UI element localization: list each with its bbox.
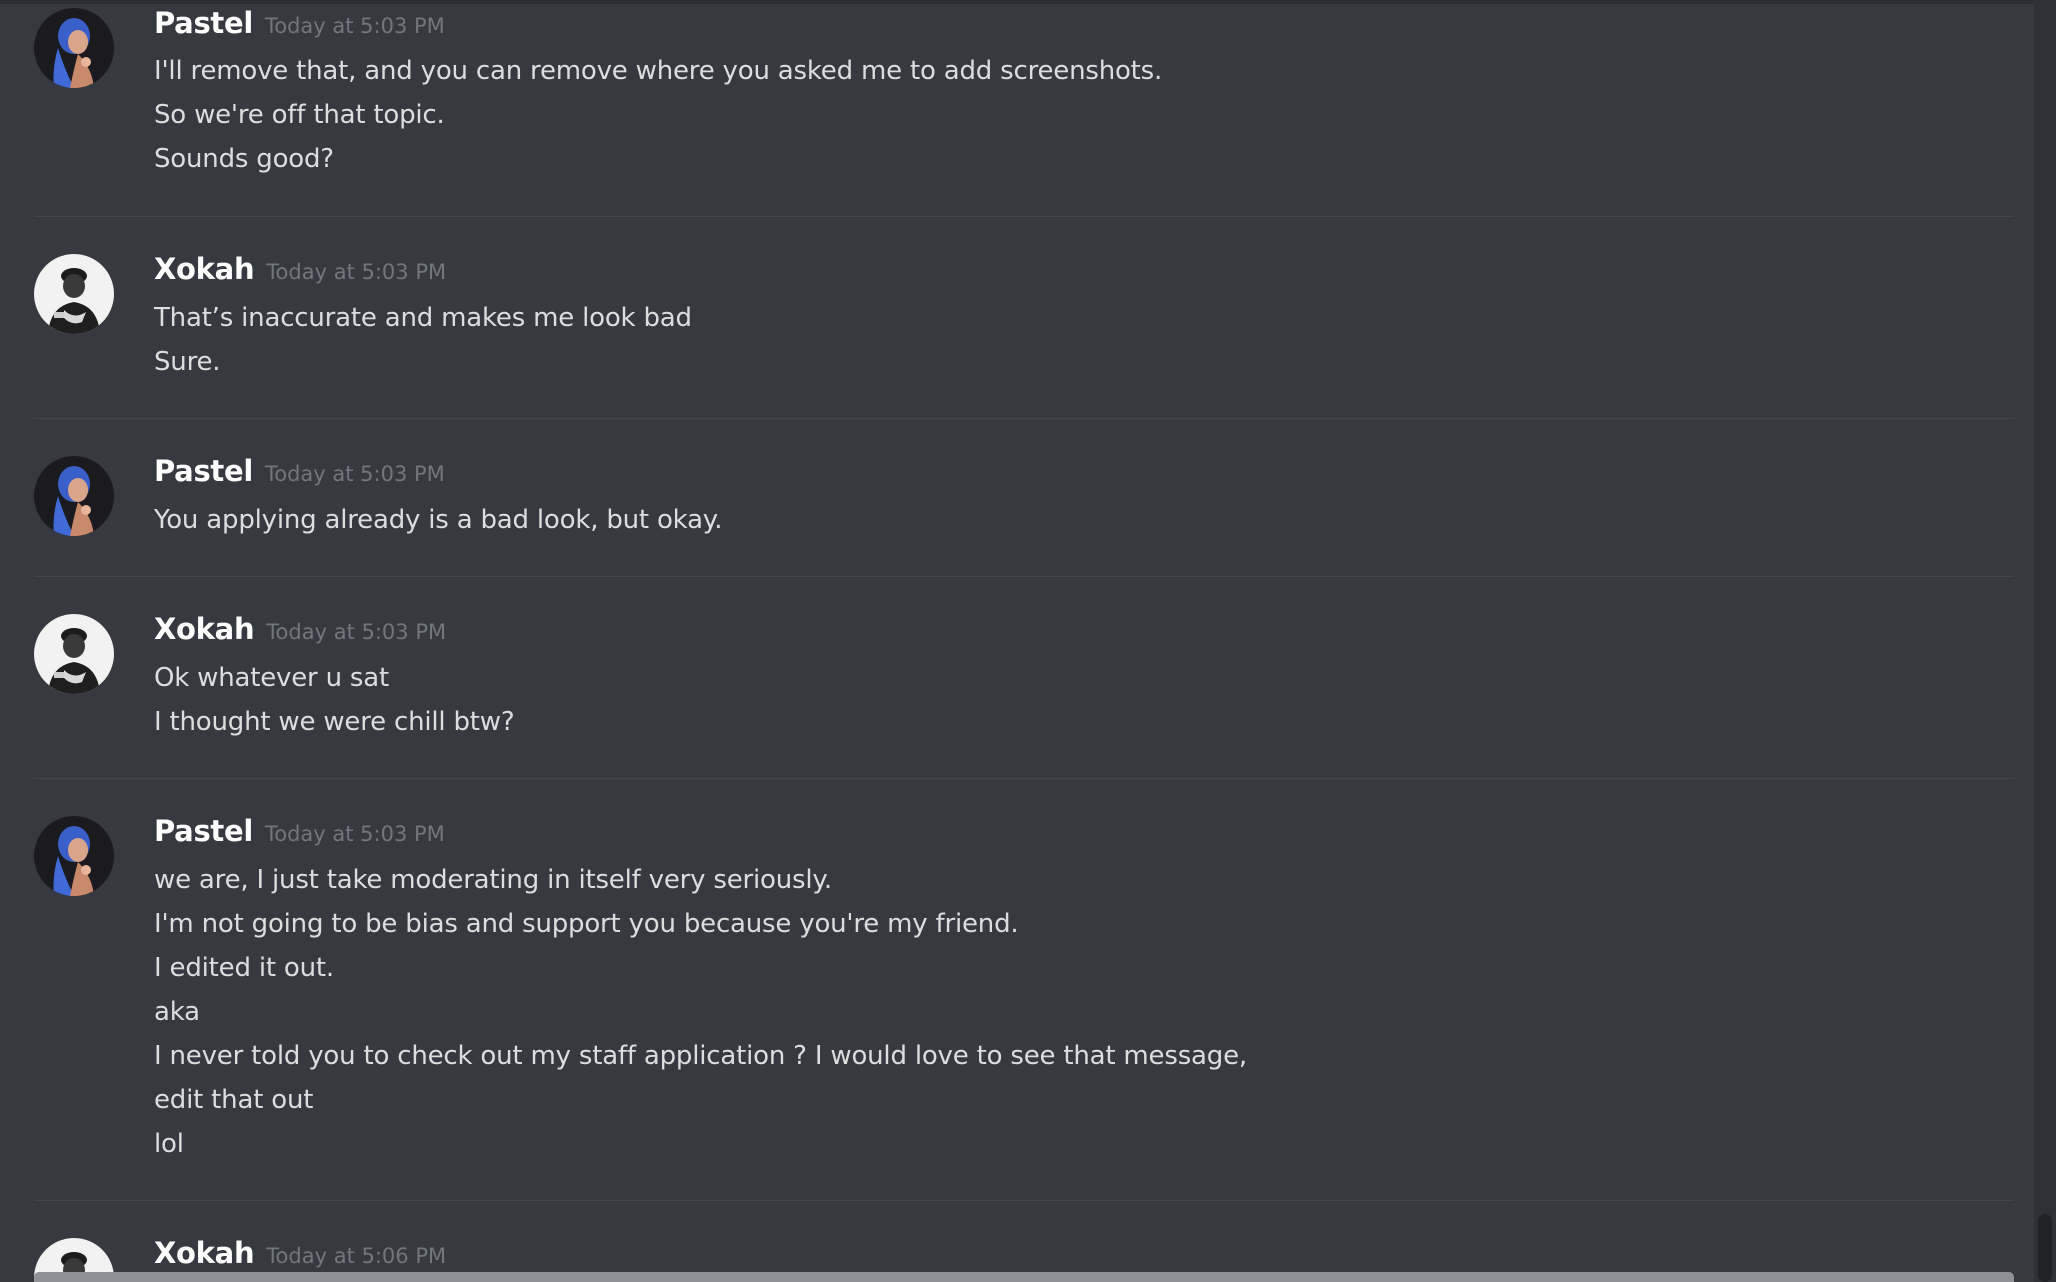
message-content: Ok whatever u sat I thought we were chil…: [154, 656, 515, 744]
message-line: lol: [154, 1129, 184, 1159]
message-header: Xokah Today at 5:03 PM: [154, 612, 446, 652]
username[interactable]: Pastel: [154, 6, 253, 40]
vertical-scrollbar[interactable]: [2034, 0, 2056, 1282]
pastel-avatar-icon: [34, 816, 114, 896]
xokah-avatar-icon: [34, 614, 114, 694]
avatar[interactable]: [34, 614, 114, 694]
message-line: Ok whatever u sat: [154, 663, 390, 693]
message-content: I'll remove that, and you can remove whe…: [154, 49, 1162, 181]
message-line: Sounds good?: [154, 144, 334, 174]
message-line: I'll remove that, and you can remove whe…: [154, 56, 1163, 86]
message-header: Xokah Today at 5:03 PM: [154, 252, 446, 292]
scrollbar-thumb[interactable]: [2038, 1214, 2052, 1282]
message-divider: [34, 1200, 2014, 1201]
timestamp[interactable]: Today at 5:03 PM: [265, 462, 445, 486]
message-header: Pastel Today at 5:03 PM: [154, 814, 445, 854]
message-header: Pastel Today at 5:03 PM: [154, 454, 445, 494]
message-line: we are, I just take moderating in itself…: [154, 865, 832, 895]
message-list[interactable]: Pastel Today at 5:03 PM I'll remove that,…: [0, 0, 2030, 1282]
timestamp[interactable]: Today at 5:06 PM: [266, 1244, 446, 1268]
avatar[interactable]: [34, 8, 114, 88]
username[interactable]: Pastel: [154, 814, 253, 848]
message-line: So we're off that topic.: [154, 100, 445, 130]
message-content: we are, I just take moderating in itself…: [154, 858, 1247, 1166]
message-divider: [34, 576, 2014, 577]
message-line: Sure.: [154, 347, 221, 377]
message-divider: [34, 778, 2014, 779]
avatar[interactable]: [34, 254, 114, 334]
message-line: I thought we were chill btw?: [154, 707, 515, 737]
message-divider: [34, 216, 2014, 217]
message-line: I edited it out.: [154, 953, 334, 983]
pastel-avatar-icon: [34, 456, 114, 536]
horizontal-scrollbar[interactable]: [34, 1272, 2014, 1282]
timestamp[interactable]: Today at 5:03 PM: [266, 620, 446, 644]
message-content: You applying already is a bad look, but …: [154, 498, 723, 542]
message-line: aka: [154, 997, 200, 1027]
username[interactable]: Pastel: [154, 454, 253, 488]
message-line: I'm not going to be bias and support you…: [154, 909, 1019, 939]
timestamp[interactable]: Today at 5:03 PM: [266, 260, 446, 284]
username[interactable]: Xokah: [154, 252, 255, 286]
message-header: Xokah Today at 5:06 PM: [154, 1236, 446, 1276]
username[interactable]: Xokah: [154, 1236, 255, 1270]
xokah-avatar-icon: [34, 254, 114, 334]
message-header: Pastel Today at 5:03 PM: [154, 6, 445, 46]
timestamp[interactable]: Today at 5:03 PM: [265, 822, 445, 846]
message-line: You applying already is a bad look, but …: [154, 505, 723, 535]
message-content: That’s inaccurate and makes me look bad …: [154, 296, 692, 384]
username[interactable]: Xokah: [154, 612, 255, 646]
message-line: I never told you to check out my staff a…: [154, 1041, 1247, 1071]
pastel-avatar-icon: [34, 8, 114, 88]
timestamp[interactable]: Today at 5:03 PM: [265, 14, 445, 38]
message-line: edit that out: [154, 1085, 314, 1115]
avatar[interactable]: [34, 456, 114, 536]
message-divider: [34, 418, 2014, 419]
message-line: That’s inaccurate and makes me look bad: [154, 303, 692, 333]
avatar[interactable]: [34, 816, 114, 896]
